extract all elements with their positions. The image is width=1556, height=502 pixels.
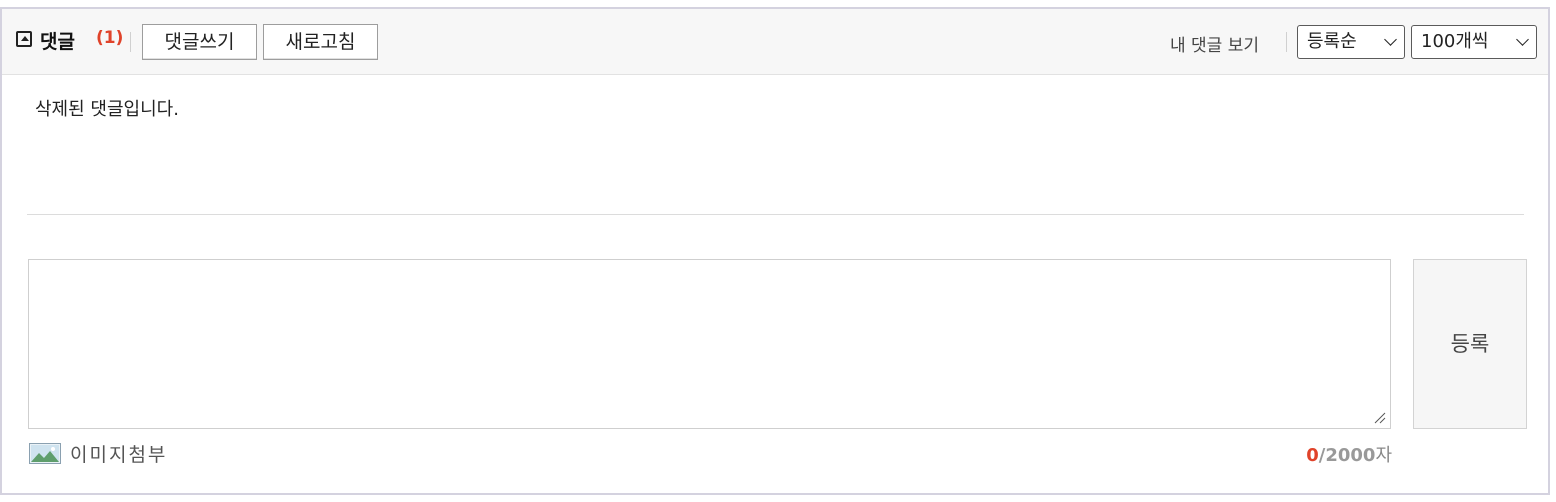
char-count-max: /2000 [1318, 445, 1376, 466]
write-comment-button[interactable]: 댓글쓰기 [142, 24, 257, 60]
char-counter: 0/2000자 [1306, 441, 1392, 467]
chevron-down-icon [1384, 33, 1397, 46]
comment-divider [27, 214, 1524, 215]
comments-count: (1) [96, 28, 124, 48]
collapse-toggle-icon[interactable] [16, 31, 32, 47]
char-count-current: 0 [1306, 445, 1319, 466]
submit-button[interactable]: 등록 [1413, 259, 1527, 429]
refresh-button[interactable]: 새로고침 [263, 24, 378, 60]
image-icon [29, 443, 61, 464]
chevron-down-icon [1516, 33, 1529, 46]
attach-image-label: 이미지첨부 [70, 444, 168, 466]
sort-order-value: 등록순 [1307, 31, 1357, 52]
comments-title: 댓글 [40, 31, 75, 53]
comment-section: 댓글 (1) 댓글쓰기 새로고침 내 댓글 보기 등록순 100개씩 삭제된 댓… [0, 7, 1550, 495]
sort-order-select[interactable]: 등록순 [1297, 25, 1405, 59]
page-size-value: 100개씩 [1421, 31, 1489, 52]
divider [1286, 32, 1287, 52]
deleted-comment-text: 삭제된 댓글입니다. [35, 99, 179, 120]
resize-handle-icon[interactable] [1374, 412, 1386, 424]
divider [130, 32, 131, 52]
comment-textarea[interactable] [28, 259, 1391, 429]
page-size-select[interactable]: 100개씩 [1411, 25, 1537, 59]
my-comments-link[interactable]: 내 댓글 보기 [1170, 31, 1259, 56]
comment-header: 댓글 (1) 댓글쓰기 새로고침 내 댓글 보기 등록순 100개씩 [2, 9, 1548, 75]
char-count-unit: 자 [1375, 445, 1392, 466]
